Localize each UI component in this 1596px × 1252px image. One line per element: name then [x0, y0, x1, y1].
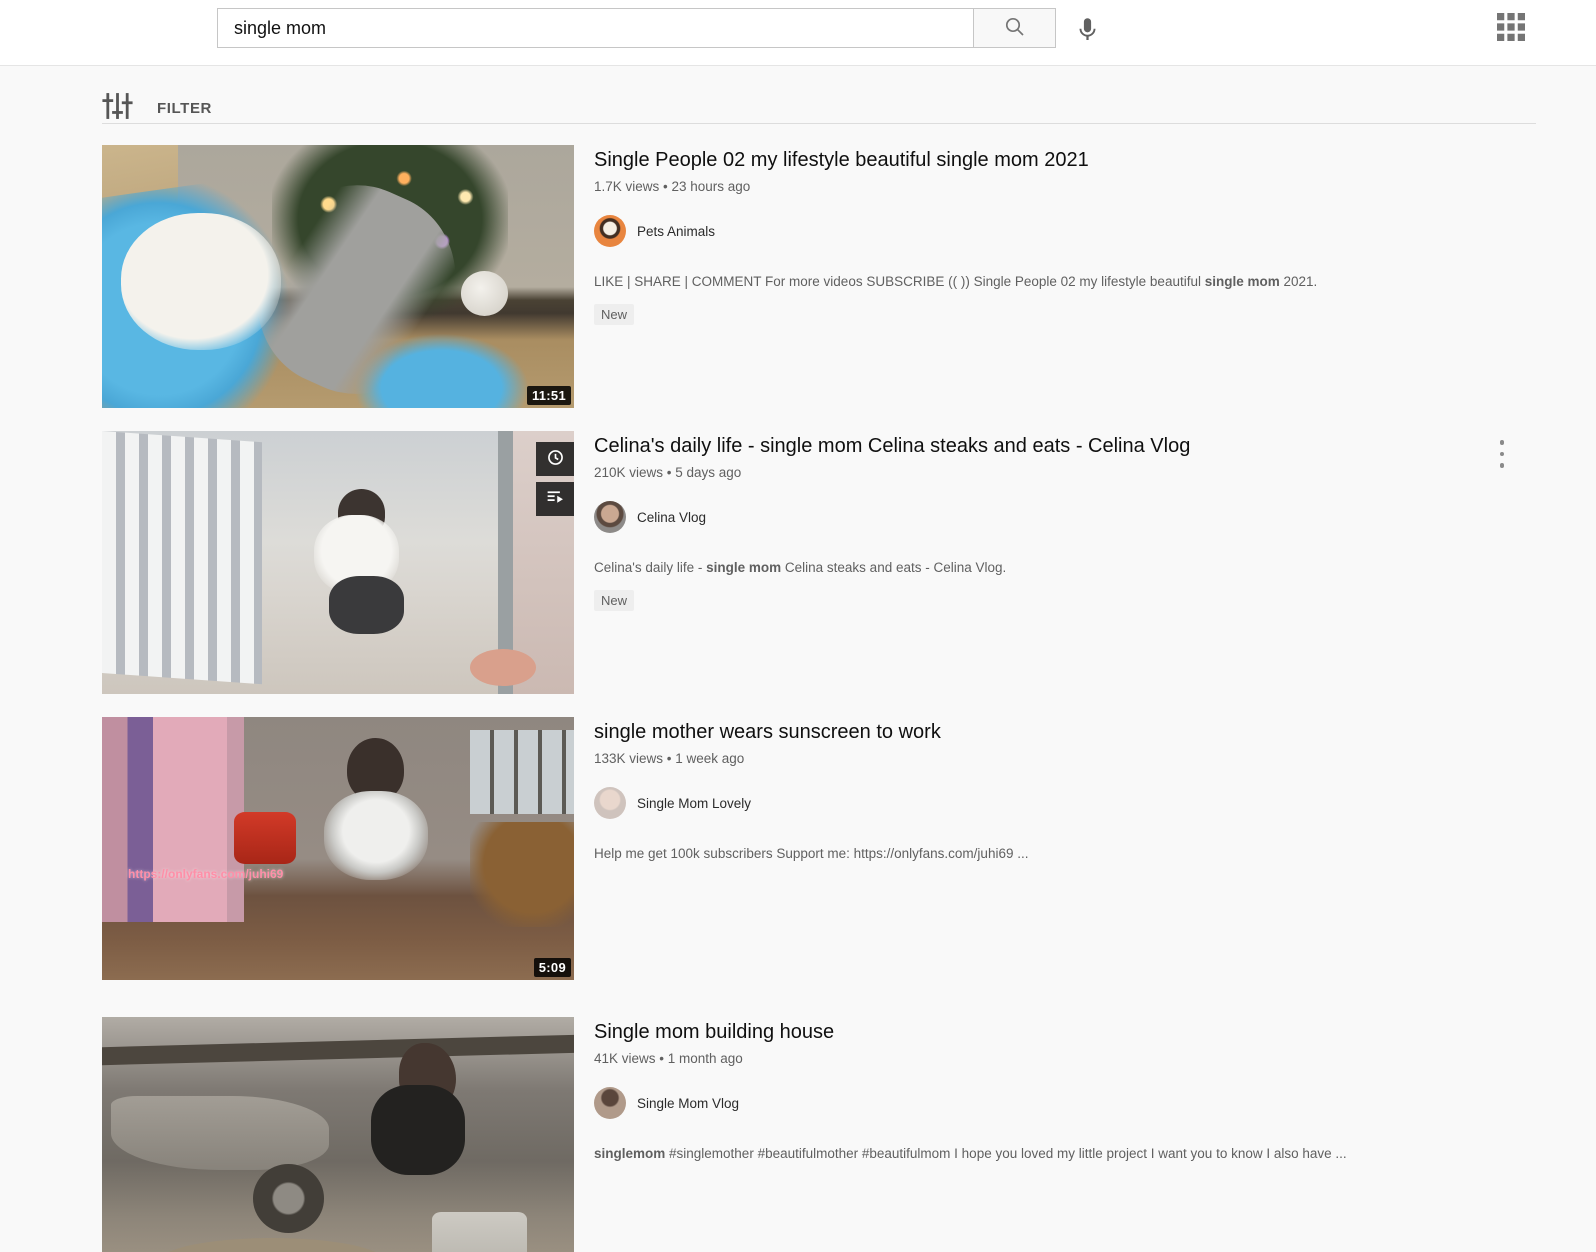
channel-avatar — [594, 501, 626, 533]
watch-later-button[interactable] — [536, 442, 574, 476]
add-to-queue-button[interactable] — [536, 482, 574, 516]
video-description: Help me get 100k subscribers Support me:… — [594, 846, 1029, 861]
video-info: Single mom building house 41K views • 1 … — [594, 1017, 1536, 1252]
thumbnail-art — [111, 1095, 329, 1170]
video-info: single mother wears sunscreen to work 13… — [594, 717, 1536, 980]
video-info: Single People 02 my lifestyle beautiful … — [594, 145, 1536, 408]
thumbnail-art — [102, 1034, 574, 1066]
channel-name: Single Mom Vlog — [637, 1095, 740, 1111]
thumbnail-art — [470, 730, 574, 815]
channel-link[interactable]: Single Mom Vlog — [594, 1087, 739, 1119]
channel-name: Celina Vlog — [637, 509, 707, 525]
video-meta: 1.7K views • 23 hours ago — [594, 179, 751, 194]
video-thumbnail[interactable] — [102, 1017, 574, 1252]
thumbnail-art — [460, 271, 508, 316]
search-form — [217, 8, 1056, 48]
channel-name: Pets Animals — [637, 223, 716, 239]
video-thumbnail[interactable]: 11:51 — [102, 145, 574, 408]
thumbnail-art — [470, 649, 537, 687]
apps-grid-icon — [1497, 13, 1525, 44]
kebab-menu-icon — [1499, 463, 1505, 468]
channel-name: Single Mom Lovely — [637, 795, 752, 811]
clock-icon — [545, 447, 566, 471]
video-title[interactable]: Single People 02 my lifestyle beautiful … — [594, 147, 1536, 174]
video-meta: 133K views • 1 week ago — [594, 751, 745, 766]
video-duration-badge: 5:09 — [533, 958, 571, 977]
new-badge: New — [594, 304, 635, 325]
filter-tune-icon — [102, 92, 133, 125]
video-description: LIKE | SHARE | COMMENT For more videos S… — [594, 274, 1318, 289]
filter-label: FILTER — [157, 99, 212, 117]
apps-grid-button[interactable] — [1496, 13, 1526, 43]
thumbnail-art — [371, 1085, 466, 1175]
thumbnail-art — [120, 213, 282, 351]
top-search-header — [0, 0, 1596, 66]
thumbnail-art — [323, 790, 428, 881]
thumbnail-art — [432, 1211, 527, 1252]
filter-button[interactable]: FILTER — [102, 66, 292, 123]
video-result-row: 11:51 Single People 02 my lifestyle beau… — [102, 145, 1536, 408]
kebab-menu-icon — [1499, 440, 1505, 445]
video-result-row: Celina's daily life - single mom Celina … — [102, 431, 1536, 694]
kebab-menu-icon — [1499, 451, 1505, 457]
filter-divider — [102, 123, 1536, 124]
video-duration-badge: 11:51 — [526, 386, 571, 405]
thumbnail-art — [328, 575, 405, 634]
new-badge: New — [594, 590, 635, 611]
search-button[interactable] — [973, 8, 1056, 48]
search-icon — [1003, 15, 1027, 42]
video-title[interactable]: Celina's daily life - single mom Celina … — [594, 433, 1536, 460]
video-meta: 41K views • 1 month ago — [594, 1051, 743, 1066]
channel-avatar — [594, 787, 626, 819]
channel-link[interactable]: Pets Animals — [594, 215, 715, 247]
video-title[interactable]: single mother wears sunscreen to work — [594, 719, 1536, 746]
search-results-page: FILTER 11:51 Single People 02 my lifesty… — [0, 66, 1596, 1252]
thumbnail-hover-actions — [536, 442, 574, 516]
thumbnail-art — [158, 1237, 386, 1252]
voice-search-button[interactable] — [1072, 13, 1102, 49]
video-result-row: https://onlyfans.com/juhi69 5:09 single … — [102, 717, 1536, 980]
channel-link[interactable]: Celina Vlog — [594, 501, 706, 533]
video-meta: 210K views • 5 days ago — [594, 465, 742, 480]
thumbnail-art — [234, 811, 296, 865]
channel-link[interactable]: Single Mom Lovely — [594, 787, 751, 819]
microphone-icon — [1074, 16, 1101, 46]
channel-avatar — [594, 1087, 626, 1119]
thumbnail-art — [470, 822, 574, 928]
thumbnail-art — [102, 431, 263, 685]
video-options-menu-button[interactable] — [1490, 437, 1514, 471]
video-description: Celina's daily life - single mom Celina … — [594, 560, 1007, 575]
video-info: Celina's daily life - single mom Celina … — [594, 431, 1536, 694]
channel-avatar — [594, 215, 626, 247]
video-thumbnail[interactable]: https://onlyfans.com/juhi69 5:09 — [102, 717, 574, 980]
video-description: singlemom #singlemother #beautifulmother… — [594, 1146, 1347, 1161]
thumbnail-watermark-text: https://onlyfans.com/juhi69 — [128, 867, 284, 881]
video-result-row: Single mom building house 41K views • 1 … — [102, 1017, 1536, 1252]
results-list: 11:51 Single People 02 my lifestyle beau… — [102, 145, 1536, 1252]
search-input[interactable] — [217, 8, 973, 48]
video-thumbnail[interactable] — [102, 431, 574, 694]
thumbnail-art — [102, 717, 244, 923]
playlist-queue-icon — [545, 487, 566, 511]
thumbnail-art — [253, 1164, 324, 1233]
video-title[interactable]: Single mom building house — [594, 1019, 1536, 1046]
